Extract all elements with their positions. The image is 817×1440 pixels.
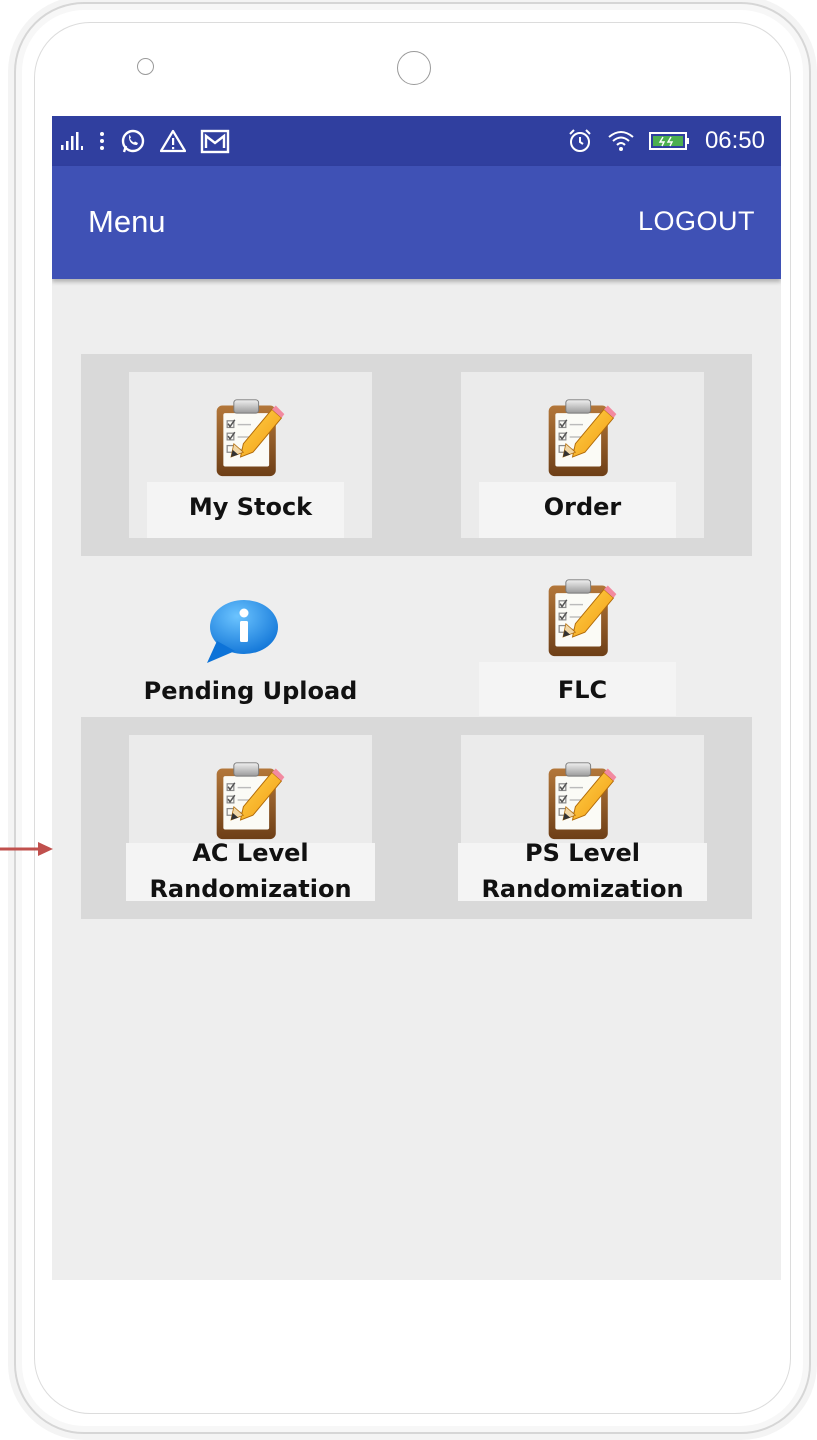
clipboard-icon [212, 759, 290, 841]
gmail-icon [200, 128, 230, 154]
menu-item-my-stock[interactable]: My Stock [129, 372, 372, 538]
annotation-arrow-icon [0, 842, 53, 856]
info-bubble-icon [207, 600, 278, 663]
wifi-icon [607, 129, 635, 153]
menu-item-label: Order [543, 493, 622, 521]
status-bar: 06:50 [52, 116, 781, 166]
menu-item-label-line2: Randomization [149, 875, 352, 903]
whatsapp-icon [120, 128, 146, 154]
menu-item-ac-level-randomization[interactable]: AC Level Randomization [126, 735, 375, 903]
app-screen: 06:50 Menu LOGOUT My Stock Order Pending… [52, 116, 781, 1280]
status-time: 06:50 [704, 127, 765, 154]
menu-item-ps-level-randomization[interactable]: PS Level Randomization [458, 735, 707, 903]
menu-item-flc[interactable]: FLC [461, 556, 704, 716]
earpiece-speaker [397, 51, 431, 85]
menu-item-label-line1: AC Level [192, 839, 309, 867]
front-camera [137, 58, 154, 75]
menu-item-label-line1: PS Level [525, 839, 640, 867]
battery-charging-icon [648, 130, 691, 152]
warning-icon [160, 129, 186, 153]
clipboard-icon [544, 396, 622, 478]
signal-icon [60, 131, 84, 151]
clipboard-icon [544, 576, 622, 658]
clipboard-icon [212, 396, 290, 478]
more-icon [98, 130, 106, 152]
menu-item-label-line2: Randomization [481, 875, 684, 903]
clipboard-icon [544, 759, 622, 841]
menu-item-label: FLC [557, 676, 608, 704]
menu-item-order[interactable]: Order [461, 372, 704, 538]
alarm-icon [567, 128, 593, 154]
menu-item-label: Pending Upload [143, 677, 358, 705]
page-title: Menu [88, 204, 166, 239]
menu-item-label: My Stock [188, 493, 313, 521]
logout-button[interactable]: LOGOUT [638, 206, 755, 237]
menu-item-pending-upload[interactable]: Pending Upload [129, 576, 372, 716]
app-bar: Menu LOGOUT [52, 166, 781, 279]
